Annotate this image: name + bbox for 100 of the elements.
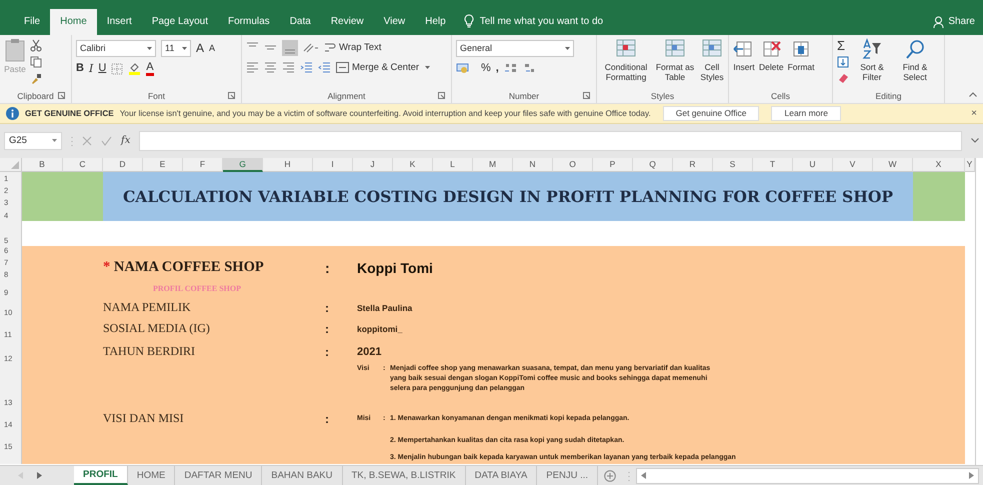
align-right-icon[interactable] — [282, 62, 295, 73]
comma-style-button[interactable]: , — [496, 62, 499, 75]
ribbon-tab[interactable]: Data — [280, 8, 321, 35]
field-label: * NAMA COFFEE SHOP — [103, 259, 265, 276]
ribbon-tab[interactable]: View — [374, 8, 416, 35]
vertical-scrollbar[interactable] — [975, 158, 983, 465]
cells-button[interactable]: Format — [788, 38, 814, 72]
style-button[interactable]: Format as Table — [655, 38, 695, 82]
share-button[interactable]: Share — [948, 8, 975, 35]
cells-button[interactable]: Delete — [759, 38, 784, 72]
sheet-tab[interactable]: TK, B.SEWA, B.LISTRIK — [342, 466, 466, 485]
style-button[interactable]: Cell Styles — [699, 38, 725, 82]
next-sheet-icon[interactable] — [36, 472, 42, 479]
column-header[interactable]: H — [263, 158, 313, 172]
column-header[interactable]: N — [513, 158, 553, 172]
scroll-right-icon[interactable] — [968, 472, 974, 479]
group-label: Alignment — [328, 91, 366, 102]
sheet-tab[interactable]: PROFIL — [74, 466, 128, 485]
cancel-icon[interactable] — [82, 136, 92, 146]
column-header[interactable]: S — [713, 158, 753, 172]
column-header[interactable]: R — [673, 158, 713, 172]
merge-center-button[interactable]: Merge & Center — [336, 60, 430, 74]
align-left-icon[interactable] — [246, 62, 259, 73]
check-icon[interactable] — [101, 136, 112, 146]
ribbon-tab[interactable]: Page Layout — [142, 8, 218, 35]
message-button[interactable]: Get genuine Office — [662, 106, 760, 121]
align-center-icon[interactable] — [264, 62, 277, 73]
column-header[interactable]: B — [22, 158, 63, 172]
decrease-decimal-icon[interactable] — [522, 62, 537, 74]
column-header[interactable]: U — [793, 158, 833, 172]
launcher-icon[interactable] — [228, 92, 235, 100]
fill-color-icon[interactable] — [128, 62, 142, 76]
shrink-font-button[interactable]: A — [209, 42, 216, 55]
align-bottom-icon[interactable] — [282, 40, 298, 56]
eraser-icon[interactable] — [837, 72, 849, 84]
indent-icon[interactable] — [318, 62, 331, 73]
number-format-field[interactable]: General — [456, 40, 574, 57]
scroll-left-icon[interactable] — [641, 472, 647, 479]
launcher-icon[interactable] — [438, 92, 445, 100]
bold-button[interactable]: B — [76, 62, 84, 76]
column-header[interactable]: M — [473, 158, 513, 172]
font-size-field[interactable]: 11 — [161, 40, 191, 57]
ribbon-tab[interactable]: Insert — [96, 8, 142, 35]
autosum-button[interactable]: Σ — [837, 38, 846, 52]
sheet-tab[interactable]: BAHAN BAKU — [262, 466, 342, 485]
horizontal-scrollbar[interactable] — [636, 468, 979, 484]
ribbon-tab[interactable]: Formulas — [218, 8, 280, 35]
cells-button[interactable]: Insert — [733, 38, 755, 72]
column-header[interactable]: J — [353, 158, 393, 172]
font-color-button[interactable]: A — [146, 62, 154, 76]
grow-font-button[interactable]: A — [196, 42, 204, 55]
message-button[interactable]: Learn more — [771, 106, 841, 121]
column-header[interactable]: F — [183, 158, 223, 172]
ribbon-tab[interactable]: Review — [320, 8, 374, 35]
wrap-text-button[interactable]: Wrap Text — [324, 41, 382, 54]
column-header[interactable]: E — [143, 158, 183, 172]
ribbon-tab[interactable]: Help — [415, 8, 456, 35]
percent-button[interactable]: % — [481, 62, 491, 75]
sheet-tab[interactable]: DAFTAR MENU — [175, 466, 262, 485]
sheet-tab[interactable]: HOME — [128, 466, 176, 485]
borders-icon[interactable] — [111, 62, 124, 75]
column-header[interactable]: I — [313, 158, 353, 172]
fill-down-icon[interactable] — [837, 56, 849, 68]
italic-button[interactable]: I — [88, 62, 94, 76]
font-name-field[interactable]: Calibri — [76, 40, 156, 57]
editing-button[interactable]: Find & Select — [895, 38, 935, 82]
column-header[interactable]: G — [223, 158, 263, 172]
expand-icon[interactable] — [971, 138, 979, 144]
column-header[interactable]: O — [553, 158, 593, 172]
name-box[interactable]: G25 — [4, 132, 62, 150]
style-button[interactable]: Conditional Formatting — [601, 38, 651, 82]
sheet-tab[interactable]: DATA BIAYA — [466, 466, 538, 485]
editing-button[interactable]: Sort & Filter — [853, 38, 891, 82]
insert-function-button[interactable]: fx — [121, 135, 130, 146]
column-header[interactable]: D — [103, 158, 143, 172]
launcher-icon[interactable] — [58, 92, 65, 100]
ribbon-tab[interactable]: File — [14, 8, 50, 35]
column-header[interactable]: V — [833, 158, 873, 172]
column-header[interactable]: Q — [633, 158, 673, 172]
column-header[interactable]: Y — [965, 158, 975, 172]
sheet-tab[interactable]: PENJU ... — [537, 466, 598, 485]
formula-input[interactable] — [139, 130, 962, 151]
add-sheet-icon[interactable] — [604, 470, 616, 482]
column-header[interactable]: L — [433, 158, 473, 172]
column-header[interactable]: C — [63, 158, 103, 172]
indent-icon[interactable] — [300, 62, 313, 73]
increase-decimal-icon[interactable] — [504, 62, 518, 74]
column-header[interactable]: X — [913, 158, 965, 172]
column-header[interactable]: P — [593, 158, 633, 172]
close-button[interactable]: × — [971, 108, 977, 119]
collapse-ribbon-icon[interactable] — [969, 92, 977, 98]
column-header[interactable]: W — [873, 158, 913, 172]
tell-me-search[interactable]: Tell me what you want to do — [480, 8, 604, 35]
column-header[interactable]: T — [753, 158, 793, 172]
launcher-icon[interactable] — [583, 92, 590, 100]
select-all-corner[interactable] — [0, 158, 22, 172]
underline-button[interactable]: U — [98, 62, 106, 76]
orientation-icon[interactable] — [303, 42, 319, 54]
ribbon-tab[interactable]: Home — [50, 8, 97, 35]
column-header[interactable]: K — [393, 158, 433, 172]
